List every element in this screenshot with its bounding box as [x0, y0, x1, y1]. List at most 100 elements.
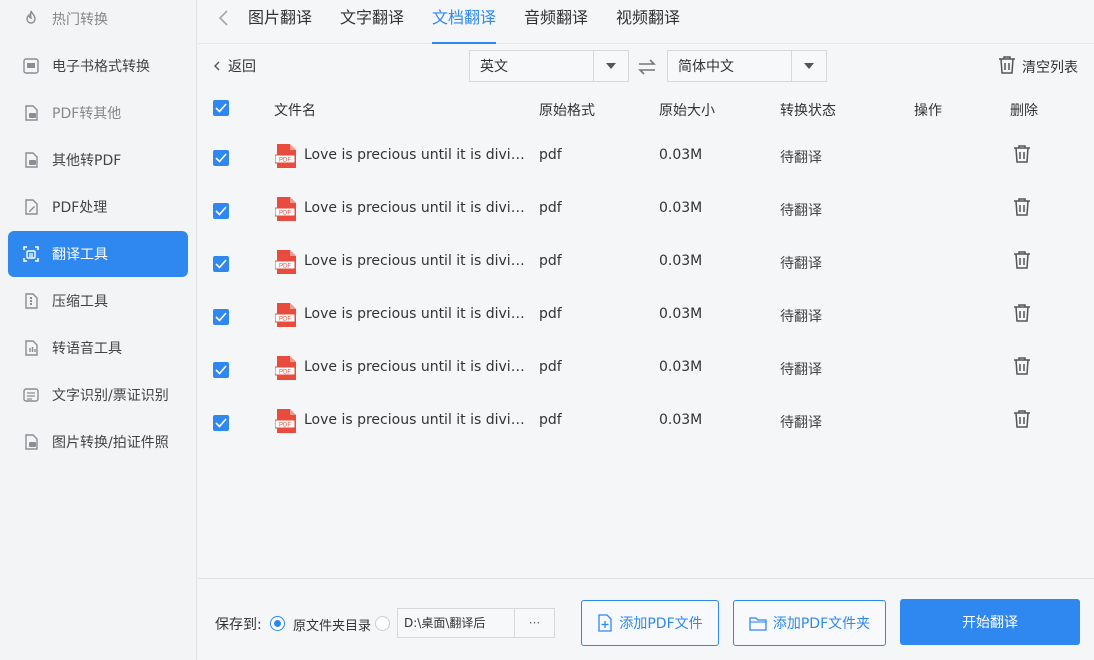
delete-trash-icon[interactable]: [1013, 144, 1031, 166]
file-size: 0.03M: [659, 253, 703, 269]
source-language-value: 英文: [480, 59, 508, 75]
file-name: Love is precious until it is divided...: [304, 253, 532, 269]
audio-icon: [22, 339, 40, 357]
back-button[interactable]: 返回: [210, 56, 256, 76]
svg-text:PDF: PDF: [279, 211, 291, 217]
radio-custom-path[interactable]: [375, 616, 390, 631]
caret-down-icon[interactable]: [593, 51, 628, 81]
target-language-select[interactable]: 简体中文: [667, 50, 827, 82]
table-row: PDF Love is precious until it is divided…: [198, 130, 1094, 183]
sidebar-item-hot[interactable]: 热门转换: [8, 0, 188, 42]
radio-original-folder-label: 原文件夹目录: [293, 619, 372, 634]
file-name: Love is precious until it is divided...: [304, 359, 532, 375]
sidebar-item-ocr[interactable]: 文字识别/票证识别: [8, 372, 188, 418]
tab-video-translate[interactable]: 视频翻译: [616, 8, 680, 44]
add-pdf-file-button[interactable]: 添加PDF文件: [581, 600, 719, 646]
tab-audio-translate[interactable]: 音频翻译: [524, 8, 588, 44]
file-name: Love is precious until it is divided...: [304, 147, 532, 163]
tab-bar: 图片翻译 文字翻译 文档翻译 音频翻译 视频翻译: [198, 0, 1094, 44]
delete-trash-icon[interactable]: [1013, 197, 1031, 219]
file-format: pdf: [539, 253, 562, 269]
file-name: Love is precious until it is divided...: [304, 306, 532, 322]
pdf-file-icon: PDF: [274, 303, 297, 327]
sidebar-item-pdf-to-other[interactable]: PDF转其他: [8, 90, 188, 136]
svg-text:PDF: PDF: [279, 370, 291, 376]
sidebar-item-compress[interactable]: 压缩工具: [8, 278, 188, 324]
sidebar-item-label: 热门转换: [52, 12, 108, 28]
table-row: PDF Love is precious until it is divided…: [198, 289, 1094, 342]
clear-list-label: 清空列表: [1022, 60, 1078, 76]
pdf-file-icon: PDF: [274, 356, 297, 380]
file-size: 0.03M: [659, 412, 703, 428]
file-format: pdf: [539, 147, 562, 163]
table-header: 文件名 原始格式 原始大小 转换状态 操作 删除: [198, 96, 1094, 122]
row-checkbox[interactable]: [213, 415, 229, 431]
sidebar-item-label: PDF转其他: [52, 106, 122, 122]
delete-trash-icon[interactable]: [1013, 356, 1031, 378]
ocr-icon: [22, 386, 40, 404]
file-name: Love is precious until it is divided...: [304, 412, 532, 428]
caret-down-icon[interactable]: [791, 51, 826, 81]
pdf-file-icon: PDF: [274, 144, 297, 168]
chevron-left-icon: [214, 61, 220, 71]
pdf-edit-icon: [22, 198, 40, 216]
delete-trash-icon[interactable]: [1013, 303, 1031, 325]
swap-icon[interactable]: [636, 56, 658, 78]
svg-text:PDF: PDF: [279, 423, 291, 429]
sidebar-item-translate[interactable]: 翻译工具: [8, 231, 188, 277]
row-checkbox[interactable]: [213, 256, 229, 272]
add-pdf-file-label: 添加PDF文件: [619, 616, 703, 632]
pdf-convert-icon: [22, 104, 40, 122]
sidebar-item-audio[interactable]: 转语音工具: [8, 325, 188, 371]
tab-image-translate[interactable]: 图片翻译: [248, 8, 312, 44]
target-language-value: 简体中文: [678, 59, 734, 75]
file-name: Love is precious until it is divided...: [304, 200, 532, 216]
svg-text:PDF: PDF: [279, 264, 291, 270]
file-status: 待翻译: [780, 256, 822, 272]
header-status: 转换状态: [780, 103, 836, 119]
radio-original-folder[interactable]: [270, 616, 285, 631]
compress-icon: [22, 292, 40, 310]
bottom-bar: 保存到: 原文件夹目录 D:\桌面\翻译后 ··· 添加PDF文件 添加PDF文…: [198, 578, 1094, 660]
ebook-icon: [22, 57, 40, 75]
file-status: 待翻译: [780, 150, 822, 166]
sidebar-item-pdf-process[interactable]: PDF处理: [8, 184, 188, 230]
delete-trash-icon[interactable]: [1013, 409, 1031, 431]
source-language-select[interactable]: 英文: [469, 50, 629, 82]
table-row: PDF Love is precious until it is divided…: [198, 183, 1094, 236]
add-pdf-folder-label: 添加PDF文件夹: [772, 616, 871, 632]
sidebar-item-ebook[interactable]: 电子书格式转换: [8, 43, 188, 89]
file-format: pdf: [539, 359, 562, 375]
row-checkbox[interactable]: [213, 203, 229, 219]
header-delete: 删除: [1010, 103, 1038, 119]
output-path-value: D:\桌面\翻译后: [404, 616, 486, 630]
back-label: 返回: [228, 59, 256, 75]
file-format: pdf: [539, 200, 562, 216]
output-path-field[interactable]: D:\桌面\翻译后 ···: [397, 608, 555, 638]
sidebar-item-label: 图片转换/拍证件照: [52, 435, 169, 451]
file-size: 0.03M: [659, 200, 703, 216]
pdf-file-icon: PDF: [274, 250, 297, 274]
add-pdf-folder-button[interactable]: 添加PDF文件夹: [733, 600, 886, 646]
sidebar-item-image-convert[interactable]: 图片转换/拍证件照: [8, 419, 188, 465]
file-status: 待翻译: [780, 203, 822, 219]
pdf-file-icon: PDF: [274, 197, 297, 221]
tab-text-translate[interactable]: 文字翻译: [340, 8, 404, 44]
browse-button[interactable]: ···: [514, 609, 554, 637]
tab-document-translate[interactable]: 文档翻译: [432, 8, 497, 44]
header-format: 原始格式: [539, 103, 595, 119]
sidebar-item-other-to-pdf[interactable]: 其他转PDF: [8, 137, 188, 183]
start-translate-button[interactable]: 开始翻译: [900, 599, 1080, 645]
chevron-left-icon[interactable]: [214, 8, 234, 28]
row-checkbox[interactable]: [213, 150, 229, 166]
delete-trash-icon[interactable]: [1013, 250, 1031, 272]
file-size: 0.03M: [659, 306, 703, 322]
file-status: 待翻译: [780, 415, 822, 431]
table-row: PDF Love is precious until it is divided…: [198, 395, 1094, 448]
row-checkbox[interactable]: [213, 362, 229, 378]
clear-list-button[interactable]: 清空列表: [998, 55, 1078, 79]
sidebar-item-label: 文字识别/票证识别: [52, 388, 169, 404]
file-status: 待翻译: [780, 362, 822, 378]
select-all-checkbox[interactable]: [213, 100, 229, 116]
row-checkbox[interactable]: [213, 309, 229, 325]
